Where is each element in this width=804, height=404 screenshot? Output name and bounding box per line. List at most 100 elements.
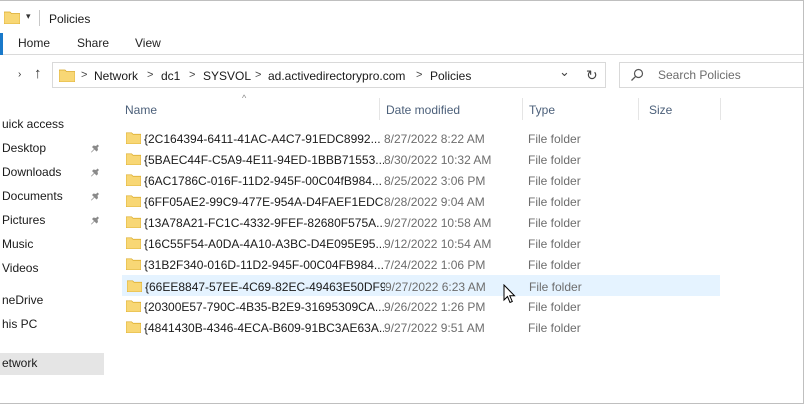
table-row[interactable]: {6FF05AE2-99C9-477E-954A-D4FAEF1EDC... 8/… [122, 191, 720, 212]
search-input[interactable] [658, 67, 803, 83]
column-divider[interactable] [720, 98, 721, 120]
table-row[interactable]: {2C164394-6411-41AC-A4C7-91EDC8992... 8/2… [122, 128, 720, 149]
sidebar-item[interactable]: Videos [0, 258, 104, 280]
folder-icon [126, 132, 141, 144]
column-header-name-label: Name [125, 103, 158, 117]
breadcrumb-separator-icon[interactable]: > [255, 69, 261, 81]
pin-icon[interactable] [89, 141, 101, 155]
table-row[interactable]: {66EE8847-57EE-4C69-82EC-49463E50DF9... 9… [122, 275, 720, 296]
file-name: {6AC1786C-016F-11D2-945F-00C04fB984... [144, 174, 382, 188]
mouse-pointer-icon [503, 284, 516, 304]
column-header-size[interactable]: Size [639, 95, 729, 123]
up-arrow-icon[interactable]: ↑ [34, 65, 42, 82]
folder-icon [126, 216, 141, 228]
date-modified: 9/12/2022 10:54 AM [384, 237, 492, 251]
table-row[interactable]: {20300E57-790C-4B35-B2E9-31695309CA... 9/… [122, 296, 720, 317]
quick-access-toolbar-dropdown[interactable]: ▾ [26, 11, 31, 22]
breadcrumb-dc1[interactable]: dc1 [161, 69, 180, 83]
address-row: › ↑ > Network > dc1 > SYSVOL > ad.active… [0, 55, 803, 95]
search-box[interactable] [619, 62, 803, 88]
breadcrumb-domain[interactable]: ad.activedirectorypro.com [268, 69, 405, 83]
sidebar-item[interactable]: uick access [0, 114, 104, 136]
recent-locations-chevron-icon[interactable]: › [18, 69, 21, 80]
folder-icon [59, 69, 75, 82]
sidebar-item-label: Downloads [2, 165, 62, 179]
sidebar-item[interactable]: Music [0, 234, 104, 256]
search-icon [631, 68, 644, 81]
column-header-name[interactable]: Name [118, 95, 378, 123]
date-modified: 8/28/2022 9:04 AM [384, 195, 485, 209]
sidebar-item-label: etwork [2, 356, 38, 370]
breadcrumb-sysvol[interactable]: SYSVOL [203, 69, 251, 83]
window-title: Policies [49, 12, 91, 26]
folder-icon [126, 153, 141, 165]
file-name: {4841430B-4346-4ECA-B609-91BC3AE63A... [144, 321, 384, 335]
breadcrumb-separator-icon[interactable]: > [81, 69, 87, 81]
table-row[interactable]: {16C55F54-A0DA-4A10-A3BC-D4E095E95... 9/1… [122, 233, 720, 254]
address-bar[interactable]: > Network > dc1 > SYSVOL > ad.activedire… [52, 62, 605, 88]
file-list: ^ Name Date modified Type Size {2C164394… [118, 93, 803, 403]
sidebar-item[interactable]: his PC [0, 314, 104, 336]
sidebar-item[interactable]: neDrive [0, 290, 104, 312]
breadcrumb-policies[interactable]: Policies [430, 69, 471, 83]
sidebar-item-label: Desktop [2, 141, 47, 155]
folder-icon [126, 174, 141, 186]
sidebar-item[interactable]: Desktop [0, 138, 104, 160]
pin-icon[interactable] [89, 213, 101, 227]
column-header-date-label: Date modified [386, 103, 461, 117]
file-explorer-window: ▾ Policies Home Share View › ↑ > Network… [0, 0, 804, 404]
sidebar-item-label: Pictures [2, 213, 46, 227]
address-history-dropdown-icon[interactable]: ⌄ [559, 64, 570, 80]
breadcrumb-separator-icon[interactable]: > [147, 69, 153, 81]
refresh-icon: ↻ [586, 67, 598, 83]
date-modified: 7/24/2022 1:06 PM [384, 258, 486, 272]
table-row[interactable]: {5BAEC44F-C5A9-4E11-94ED-1BBB71553... 8/3… [122, 149, 720, 170]
file-type: File folder [528, 321, 581, 335]
folder-icon [126, 258, 141, 270]
sidebar-item-label: Music [2, 237, 34, 251]
date-modified: 9/26/2022 1:26 PM [384, 300, 486, 314]
tab-view[interactable]: View [135, 36, 161, 50]
sidebar-item-label: neDrive [2, 293, 44, 307]
table-row[interactable]: {4841430B-4346-4ECA-B609-91BC3AE63A... 9/… [122, 317, 720, 338]
column-header-type-label: Type [529, 103, 556, 117]
file-type: File folder [528, 258, 581, 272]
date-modified: 8/27/2022 8:22 AM [384, 132, 485, 146]
sidebar-item-label: Documents [2, 189, 63, 203]
sidebar-item[interactable]: Documents [0, 186, 104, 208]
refresh-button[interactable]: ↻ [578, 62, 606, 88]
sidebar-item[interactable]: etwork [0, 353, 104, 375]
folder-icon [126, 300, 141, 312]
navigation-pane: uick access Desktop Downloads Documents Pict… [0, 95, 108, 403]
column-header-date[interactable]: Date modified [380, 95, 522, 123]
table-row[interactable]: {6AC1786C-016F-11D2-945F-00C04fB984... 8/… [122, 170, 720, 191]
column-header-size-label: Size [649, 103, 673, 117]
sidebar-item[interactable]: Pictures [0, 210, 104, 232]
tab-share[interactable]: Share [77, 36, 109, 50]
folder-icon [126, 321, 141, 333]
date-modified: 9/27/2022 10:58 AM [384, 216, 492, 230]
file-type: File folder [528, 237, 581, 251]
pin-icon[interactable] [89, 189, 101, 203]
breadcrumb-separator-icon[interactable]: > [416, 69, 422, 81]
ribbon-tabs: Home Share View [0, 33, 803, 55]
breadcrumb-network[interactable]: Network [94, 69, 138, 83]
file-type: File folder [528, 174, 581, 188]
table-row[interactable]: {31B2F340-016D-11D2-945F-00C04FB984... 7/… [122, 254, 720, 275]
sidebar-item[interactable]: Downloads [0, 162, 104, 184]
sidebar-item-label: his PC [2, 317, 38, 331]
file-name: {20300E57-790C-4B35-B2E9-31695309CA... [144, 300, 384, 314]
table-row[interactable]: {13A78A21-FC1C-4332-9FEF-82680F575A... 9/… [122, 212, 720, 233]
date-modified: 9/27/2022 6:23 AM [385, 280, 486, 294]
file-name: {13A78A21-FC1C-4332-9FEF-82680F575A... [144, 216, 384, 230]
folder-icon[interactable] [4, 10, 20, 24]
title-bar: ▾ Policies [0, 1, 803, 33]
breadcrumb-separator-icon[interactable]: > [189, 69, 195, 81]
tab-home[interactable]: Home [18, 36, 50, 50]
file-name: {6FF05AE2-99C9-477E-954A-D4FAEF1EDC... [144, 195, 384, 209]
column-header-type[interactable]: Type [523, 95, 639, 123]
pin-icon[interactable] [89, 165, 101, 179]
ribbon-accent [0, 33, 3, 55]
date-modified: 8/25/2022 3:06 PM [384, 174, 486, 188]
sidebar-item-label: uick access [2, 117, 65, 131]
